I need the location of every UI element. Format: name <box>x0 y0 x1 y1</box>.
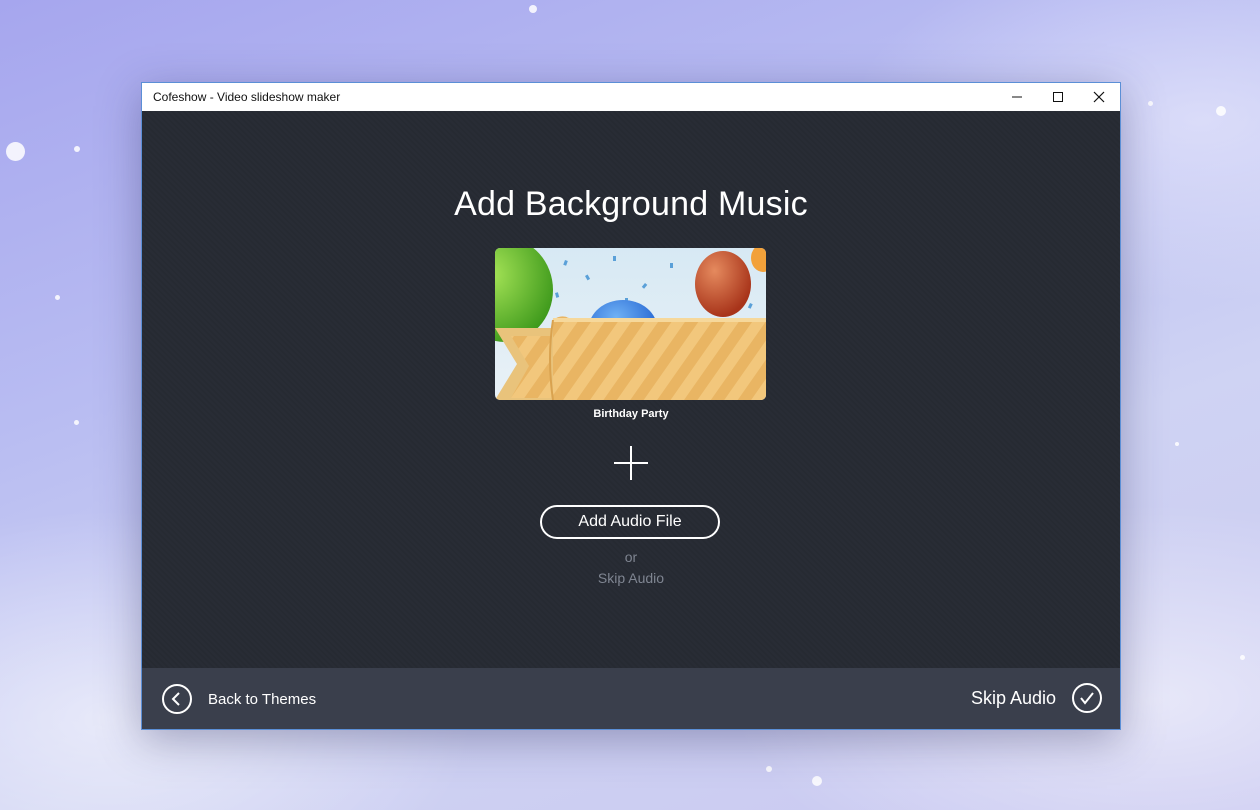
add-plus-icon[interactable] <box>613 445 649 481</box>
sparkle <box>55 295 60 300</box>
theme-name: Birthday Party <box>593 408 669 420</box>
app-window: Cofeshow - Video slideshow maker Add Bac… <box>141 82 1121 730</box>
skip-audio-button[interactable]: Skip Audio <box>971 683 1102 713</box>
sparkle <box>74 146 80 152</box>
close-icon <box>1093 91 1105 103</box>
sparkle <box>1240 655 1245 660</box>
page-title: Add Background Music <box>454 185 808 223</box>
close-button[interactable] <box>1078 83 1120 111</box>
footer-bar: Back to Themes Skip Audio <box>142 668 1120 729</box>
main-content: Add Background Music Birthday Party Add … <box>142 111 1120 668</box>
chevron-left-circle-icon <box>162 684 192 714</box>
maximize-icon <box>1053 92 1063 102</box>
sparkle <box>812 776 822 786</box>
birthday-party-thumbnail-image <box>495 248 766 400</box>
maximize-button[interactable] <box>1037 83 1079 111</box>
sparkle <box>1175 442 1179 446</box>
skip-audio-link[interactable]: Skip Audio <box>570 570 692 586</box>
desktop-background: Cofeshow - Video slideshow maker Add Bac… <box>0 0 1260 810</box>
sparkle <box>1216 106 1226 116</box>
sparkle <box>766 766 772 772</box>
minimize-button[interactable] <box>996 83 1038 111</box>
minimize-icon <box>1012 96 1022 98</box>
back-to-themes-label: Back to Themes <box>208 690 317 708</box>
back-to-themes-button[interactable]: Back to Themes <box>162 684 316 714</box>
theme-thumbnail <box>495 248 766 400</box>
sparkle <box>74 420 79 425</box>
sparkle <box>6 142 25 161</box>
or-separator-text: or <box>624 549 638 565</box>
title-bar[interactable]: Cofeshow - Video slideshow maker <box>142 83 1120 111</box>
skip-audio-label: Skip Audio <box>970 687 1056 708</box>
sparkle <box>1148 101 1153 106</box>
add-audio-file-button[interactable]: Add Audio File <box>540 505 720 539</box>
checkmark-circle-icon <box>1072 683 1102 713</box>
window-title: Cofeshow - Video slideshow maker <box>153 90 341 104</box>
sparkle <box>529 5 537 13</box>
